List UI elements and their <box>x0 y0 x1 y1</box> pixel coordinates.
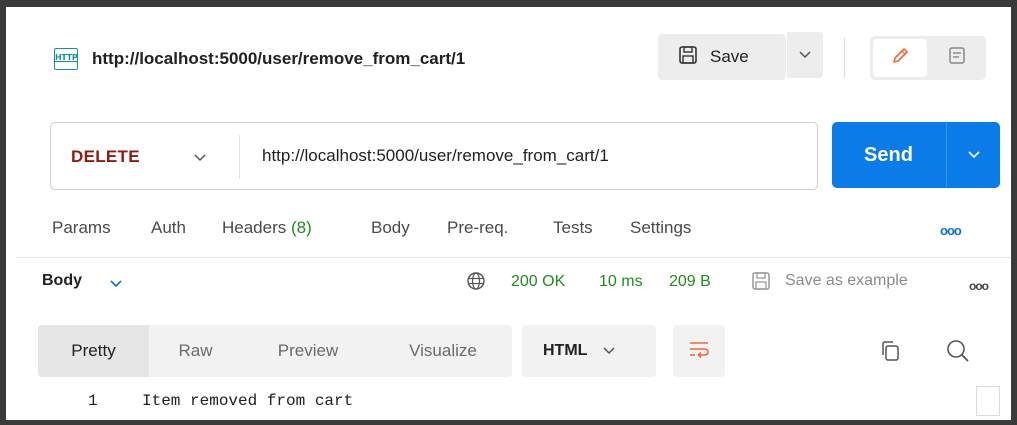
send-button[interactable]: Send <box>832 122 1000 188</box>
pencil-icon <box>890 46 910 71</box>
save-as-example-button[interactable]: Save as example <box>785 272 908 290</box>
code-text[interactable]: Item removed from cart <box>142 392 353 410</box>
response-code-line: 1 Item removed from cart <box>16 386 1011 416</box>
tab-visualize[interactable]: Visualize <box>374 325 512 377</box>
more-options-icon[interactable]: ooo <box>969 279 989 293</box>
http-icon: HTTP <box>54 48 78 70</box>
send-options-chevron[interactable] <box>947 122 1000 188</box>
wrap-lines-icon <box>687 339 711 364</box>
tab-settings[interactable]: Settings <box>630 218 691 238</box>
section-divider <box>16 257 1011 258</box>
save-icon <box>751 271 771 296</box>
chevron-down-icon <box>603 342 615 360</box>
status-code[interactable]: 200 OK <box>511 273 565 291</box>
headers-count: (8) <box>291 218 312 237</box>
vertical-scrollbar[interactable] <box>976 386 1000 416</box>
method-divider <box>239 135 240 179</box>
chevron-down-icon <box>799 46 811 64</box>
save-options-chevron[interactable] <box>787 32 823 78</box>
save-icon <box>678 45 698 70</box>
response-section-select[interactable]: Body <box>42 272 82 290</box>
save-label: Save <box>710 47 749 66</box>
document-icon <box>948 46 966 71</box>
response-view-tabs: Pretty Raw Preview Visualize <box>38 325 512 377</box>
tab-headers[interactable]: Headers (8) <box>222 218 312 238</box>
view-mode-toggle <box>870 36 986 80</box>
chevron-down-icon <box>967 146 980 164</box>
tab-auth[interactable]: Auth <box>151 218 186 238</box>
send-label: Send <box>864 143 913 166</box>
line-number: 1 <box>88 392 98 410</box>
tab-body[interactable]: Body <box>371 218 410 238</box>
tab-headers-label: Headers <box>222 218 287 237</box>
tab-tests[interactable]: Tests <box>553 218 593 238</box>
chevron-down-icon[interactable] <box>194 149 206 167</box>
request-header: HTTP http://localhost:5000/user/remove_f… <box>16 32 1006 92</box>
format-select[interactable]: HTML <box>522 325 656 377</box>
copy-icon[interactable] <box>879 339 901 368</box>
tab-raw[interactable]: Raw <box>149 325 242 377</box>
documentation-button[interactable] <box>932 39 982 77</box>
tab-preview[interactable]: Preview <box>242 325 374 377</box>
format-label: HTML <box>543 342 588 359</box>
request-url-bar: DELETE http://localhost:5000/user/remove… <box>50 122 818 190</box>
more-options-icon[interactable]: ooo <box>940 223 962 238</box>
tab-params[interactable]: Params <box>52 218 111 238</box>
chevron-down-icon[interactable] <box>110 275 122 293</box>
toolbar-divider <box>844 38 845 78</box>
postman-window: HTTP http://localhost:5000/user/remove_f… <box>0 0 1017 425</box>
globe-icon[interactable] <box>466 271 486 296</box>
wrap-lines-button[interactable] <box>673 325 725 377</box>
response-time[interactable]: 10 ms <box>599 273 643 291</box>
response-size[interactable]: 209 B <box>669 273 711 291</box>
tab-pre-request[interactable]: Pre-req. <box>447 218 508 238</box>
save-button[interactable]: Save <box>658 34 786 80</box>
edit-mode-button[interactable] <box>873 39 927 77</box>
method-select[interactable]: DELETE <box>71 147 140 167</box>
request-title[interactable]: http://localhost:5000/user/remove_from_c… <box>92 49 465 69</box>
url-input[interactable]: http://localhost:5000/user/remove_from_c… <box>262 146 609 166</box>
tab-pretty[interactable]: Pretty <box>38 325 149 377</box>
search-icon[interactable] <box>946 338 970 369</box>
